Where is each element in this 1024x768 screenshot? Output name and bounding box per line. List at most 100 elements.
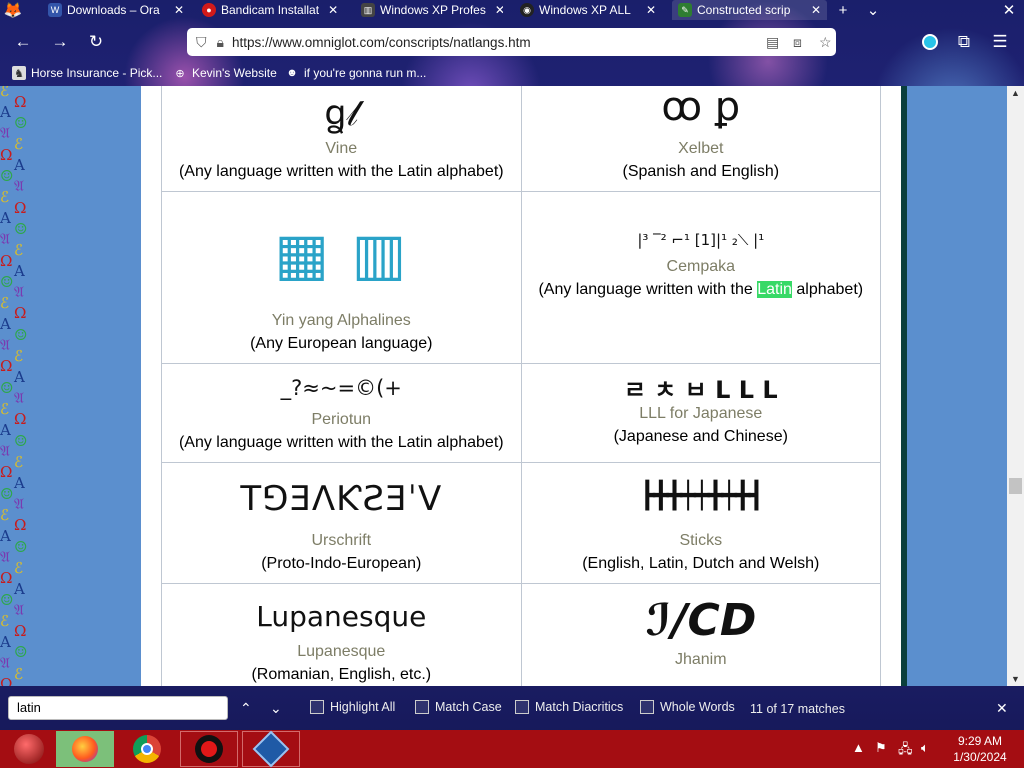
network-icon[interactable]: 🖧︎ — [898, 740, 913, 762]
match-diacritics-checkbox[interactable]: Match Diacritics — [515, 700, 623, 714]
scroll-up-icon[interactable]: ▲ — [1007, 86, 1024, 100]
new-tab-button[interactable]: + — [832, 0, 854, 20]
menu-icon[interactable]: ☰ — [988, 30, 1012, 54]
start-button[interactable] — [0, 731, 58, 767]
taskbar-virtualbox[interactable] — [242, 730, 300, 768]
volume-icon[interactable]: 🔈︎ — [921, 740, 929, 756]
bandicam-record-icon — [195, 735, 223, 763]
script-cell-urschrift: T⅁ƎɅƘƧƎˈV Urschrift (Proto-Indo-European… — [161, 462, 522, 584]
page-border — [901, 86, 907, 686]
find-bar: latin ⌃ ⌄ Highlight All Match Case Match… — [0, 687, 1024, 729]
script-name-link[interactable]: LLL for Japanese — [526, 402, 876, 425]
find-input[interactable]: latin — [8, 696, 228, 720]
clock-time: 9:29 AM — [957, 734, 1003, 748]
script-languages: (Romanian, English, etc.) — [251, 666, 432, 683]
bookmark-label: Kevin's Website — [192, 66, 277, 80]
back-icon[interactable]: ← — [11, 30, 35, 54]
script-sample-image: ㄹ ㅊ ㅂ L L L — [623, 375, 778, 404]
script-sample-image: T⅁ƎɅƘƧƎˈV — [240, 479, 443, 519]
scroll-down-icon[interactable]: ▼ — [1007, 672, 1024, 686]
tab-title: Windows XP Profes — [380, 3, 486, 17]
script-name-link[interactable]: Yin yang Alphalines — [166, 309, 517, 332]
table-row: Lupanesque Lupanesque (Romanian, English… — [161, 583, 882, 686]
tab-downloads[interactable]: W Downloads – Ora ✕ — [42, 0, 190, 20]
list-tabs-icon[interactable]: ⌄ — [862, 0, 884, 20]
script-languages: (English, Latin, Dutch and Welsh) — [582, 555, 820, 572]
address-bar[interactable]: ⛉ 🔒︎ https://www.omniglot.com/conscripts… — [187, 28, 836, 56]
shield-icon[interactable]: ⛉ — [196, 34, 207, 51]
table-row: ꬶ𝓁 Vine (Any language written with the L… — [161, 86, 882, 192]
script-languages: (Spanish and English) — [622, 163, 780, 180]
extensions-icon[interactable]: ⧉ — [952, 30, 976, 54]
tab-constructed-scripts[interactable]: ✎ Constructed scrip ✕ — [672, 0, 827, 20]
vertical-scrollbar[interactable]: ▲ ▼ — [1007, 86, 1024, 686]
script-sample-image: ┣╋╋┿┿╋┿╋┫ — [639, 481, 764, 511]
reader-view-icon[interactable]: ▤ — [766, 34, 779, 51]
bookmark-horse-insurance[interactable]: ♞ Horse Insurance - Pick... — [12, 64, 162, 82]
url-text[interactable]: https://www.omniglot.com/conscripts/natl… — [232, 35, 531, 50]
script-languages: (Any European language) — [250, 335, 433, 352]
show-hidden-icons-icon[interactable]: ▲ — [852, 740, 865, 755]
bookmark-kevins-website[interactable]: ⊕ Kevin's Website — [173, 64, 277, 82]
checkbox-box — [415, 700, 429, 714]
taskbar-firefox[interactable] — [56, 731, 114, 767]
bookmarks-toolbar: ♞ Horse Insurance - Pick... ⊕ Kevin's We… — [0, 62, 1024, 84]
table-row: ▦ ▥ Yin yang Alphalines (Any European la… — [161, 191, 882, 364]
find-previous-icon[interactable]: ⌃ — [240, 696, 252, 720]
script-name-link[interactable]: Lupanesque — [166, 640, 517, 663]
highlight-all-checkbox[interactable]: Highlight All — [310, 700, 395, 714]
script-name-link[interactable]: Cempaka — [526, 255, 876, 278]
script-cell-yin-yang: ▦ ▥ Yin yang Alphalines (Any European la… — [161, 191, 522, 364]
bookmark-gonna-run[interactable]: ☻ if you're gonna run m... — [285, 64, 426, 82]
languages-text: (Any language written with the — [538, 280, 758, 298]
forward-icon[interactable]: → — [48, 30, 72, 54]
close-tab-icon[interactable]: ✕ — [642, 3, 656, 17]
checkbox-label: Whole Words — [660, 700, 735, 714]
script-name-link[interactable]: Periotun — [166, 408, 517, 431]
tab-windows-xp-all[interactable]: ◉ Windows XP ALL ✕ — [514, 0, 662, 20]
script-languages: (Any language written with the Latin alp… — [178, 163, 504, 180]
taskbar: ▲ ⚑ 🖧︎ 🔈︎ 9:29 AM 1/30/2024 — [0, 730, 1024, 768]
script-name-link[interactable]: Sticks — [526, 529, 876, 552]
scripts-table: ꬶ𝓁 Vine (Any language written with the L… — [161, 86, 882, 686]
scroll-thumb[interactable] — [1009, 478, 1022, 494]
tab-title: Bandicam Installat — [221, 3, 320, 17]
script-name-link[interactable]: Jhanim — [526, 648, 876, 671]
script-name-link[interactable]: Urschrift — [166, 529, 517, 552]
close-tab-icon[interactable]: ✕ — [807, 3, 821, 17]
find-next-icon[interactable]: ⌄ — [270, 696, 282, 720]
script-name-link[interactable]: Vine — [166, 137, 517, 160]
tab-bandicam[interactable]: ● Bandicam Installat ✕ — [196, 0, 344, 20]
system-clock[interactable]: 9:29 AM 1/30/2024 — [940, 733, 1020, 765]
taskbar-chrome[interactable] — [118, 731, 176, 767]
checkbox-box — [310, 700, 324, 714]
match-case-checkbox[interactable]: Match Case — [415, 700, 502, 714]
checkbox-label: Match Diacritics — [535, 700, 624, 714]
horse-icon: ♞ — [12, 66, 26, 80]
close-find-bar-icon[interactable]: ✕ — [996, 696, 1008, 720]
reload-icon[interactable]: ↻ — [84, 30, 108, 54]
firefox-menu-icon[interactable]: 🦊 — [2, 0, 24, 20]
script-cell-jhanim: ℐ/CD Jhanim — [520, 583, 882, 686]
close-tab-icon[interactable]: ✕ — [324, 3, 338, 17]
close-tab-icon[interactable]: ✕ — [170, 3, 184, 17]
taskbar-bandicam[interactable] — [180, 731, 238, 767]
lock-icon[interactable]: 🔒︎ — [217, 34, 224, 51]
checkbox-label: Highlight All — [330, 700, 396, 714]
close-tab-icon[interactable]: ✕ — [491, 3, 503, 17]
script-name-link[interactable]: Xelbet — [526, 137, 876, 160]
close-window-icon[interactable]: ✕ — [998, 0, 1020, 20]
whole-words-checkbox[interactable]: Whole Words — [640, 700, 735, 714]
library-icon: ▥ — [361, 3, 375, 17]
github-icon: ◉ — [520, 3, 534, 17]
tab-windows-xp-pro[interactable]: ▥ Windows XP Profes ✕ — [355, 0, 503, 20]
virtualbox-icon — [252, 730, 290, 768]
account-icon[interactable] — [918, 30, 942, 54]
bookmark-star-icon[interactable]: ☆ — [819, 34, 832, 51]
globe-icon: ⊕ — [175, 67, 185, 80]
picture-in-picture-icon[interactable]: ⧈ — [793, 34, 802, 51]
document-icon: W — [48, 3, 62, 17]
tab-strip: 🦊 W Downloads – Ora ✕ ● Bandicam Install… — [0, 0, 1024, 22]
action-center-flag-icon[interactable]: ⚑ — [875, 740, 887, 756]
omniglot-icon: ✎ — [678, 3, 692, 17]
